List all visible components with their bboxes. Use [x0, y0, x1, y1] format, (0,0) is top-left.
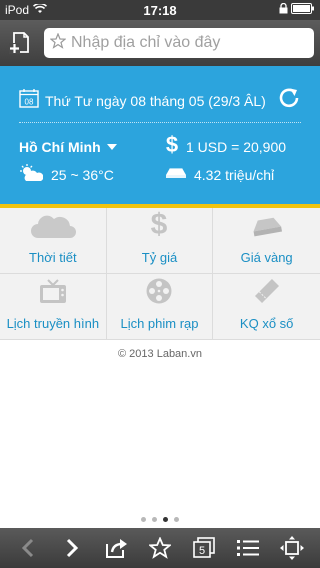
shortcut-grid: Thời tiết $ Tỷ giá Giá vàng Lịch truyền … — [0, 208, 320, 340]
share-button[interactable] — [100, 532, 132, 564]
chevron-right-icon — [66, 538, 79, 558]
tile-cinema-schedule[interactable]: Lịch phim rạp — [106, 274, 214, 340]
tile-tv-schedule[interactable]: Lịch truyền hình — [0, 274, 107, 340]
page-dot[interactable] — [174, 517, 179, 522]
gold-price-text: 4.32 triệu/chỉ — [194, 166, 275, 183]
tile-lottery-results[interactable]: KQ xổ số — [213, 274, 320, 340]
tile-label: Tỷ giá — [141, 250, 178, 265]
refresh-icon — [279, 88, 299, 108]
tile-label: Lịch phim rạp — [120, 316, 199, 331]
tile-label: Lịch truyền hình — [6, 316, 100, 331]
fullscreen-button[interactable] — [276, 532, 308, 564]
new-tab-button[interactable] — [6, 28, 36, 58]
gold-bar-icon — [164, 165, 188, 184]
tile-weather[interactable]: Thời tiết — [0, 208, 107, 274]
share-icon — [106, 539, 127, 558]
page-dot[interactable] — [152, 517, 157, 522]
tile-gold-price[interactable]: Giá vàng — [213, 208, 320, 274]
star-icon — [49, 31, 67, 54]
exchange-rate: $ 1 USD = 20,900 — [160, 132, 301, 159]
divider — [19, 122, 301, 123]
chevron-down-icon — [106, 143, 117, 150]
tile-label: Thời tiết — [29, 250, 77, 265]
tile-label: KQ xổ số — [239, 316, 294, 331]
menu-button[interactable] — [232, 532, 264, 564]
page-indicator — [0, 517, 320, 522]
new-page-icon — [9, 32, 29, 54]
tabs-button[interactable]: 5 — [188, 532, 220, 564]
address-bar — [0, 20, 320, 66]
status-bar: iPod 17:18 — [0, 0, 320, 20]
tile-label: Giá vàng — [240, 250, 293, 265]
chevron-left-icon — [21, 538, 34, 558]
svg-text:$: $ — [166, 134, 178, 156]
calendar-day: 08 — [25, 98, 34, 107]
city-name: Hồ Chí Minh — [19, 138, 101, 155]
tab-count: 5 — [199, 545, 205, 557]
tabs-icon: 5 — [193, 537, 215, 558]
gold-price: 4.32 triệu/chỉ — [160, 164, 301, 185]
ticket-icon — [252, 277, 282, 310]
sun-cloud-icon — [19, 164, 44, 185]
address-input[interactable] — [71, 34, 308, 52]
page-dot-active[interactable] — [163, 517, 168, 522]
bottom-toolbar: 5 — [0, 528, 320, 568]
weather-summary: 25 ~ 36°C — [19, 164, 160, 185]
cloud-icon — [30, 213, 76, 244]
list-menu-icon — [237, 540, 259, 556]
date-text: Thứ Tư ngày 08 tháng 05 (29/3 ÂL) — [45, 92, 266, 109]
clock: 17:18 — [143, 2, 177, 18]
city-selector[interactable]: Hồ Chí Minh — [19, 134, 160, 159]
search-box[interactable] — [44, 28, 314, 58]
tile-exchange-rate[interactable]: $ Tỷ giá — [106, 208, 214, 274]
copyright-text: © 2013 Laban.vn — [118, 348, 202, 360]
back-button[interactable] — [12, 532, 44, 564]
star-icon — [149, 537, 171, 559]
page-dot[interactable] — [141, 517, 146, 522]
svg-text:$: $ — [151, 209, 168, 239]
dollar-icon: $ — [164, 132, 180, 159]
gold-bar-icon — [249, 215, 285, 244]
exchange-rate-text: 1 USD = 20,900 — [186, 138, 287, 155]
fullscreen-icon — [280, 536, 304, 560]
bookmark-button[interactable] — [144, 532, 176, 564]
film-reel-icon — [145, 277, 173, 310]
refresh-button[interactable] — [277, 86, 301, 115]
temperature-text: 25 ~ 36°C — [51, 166, 114, 183]
calendar-icon: 08 — [19, 88, 39, 113]
tv-icon — [39, 279, 67, 310]
dollar-icon: $ — [149, 208, 169, 244]
info-panel: 08 Thứ Tư ngày 08 tháng 05 (29/3 ÂL) Hồ … — [0, 66, 320, 208]
forward-button[interactable] — [56, 532, 88, 564]
